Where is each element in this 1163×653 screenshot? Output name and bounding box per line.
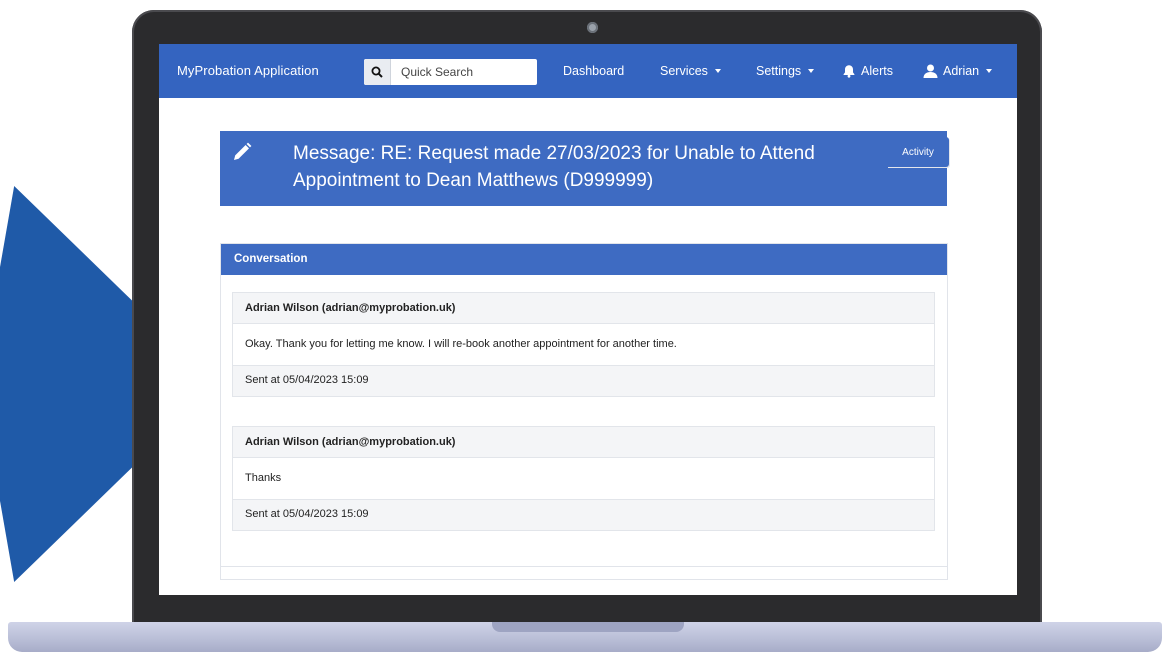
- search-button[interactable]: [364, 59, 391, 85]
- nav-settings[interactable]: Settings: [756, 64, 815, 78]
- message-timestamp: Sent at 05/04/2023 15:09: [233, 366, 934, 396]
- chevron-down-icon: [714, 69, 721, 73]
- nav-settings-label: Settings: [756, 64, 802, 78]
- user-icon: [923, 64, 938, 78]
- message-sender: Adrian Wilson (adrian@myprobation.uk): [233, 293, 934, 324]
- chevron-down-icon: [808, 69, 815, 73]
- app-brand[interactable]: MyProbation Application: [177, 63, 319, 78]
- message-card: Adrian Wilson (adrian@myprobation.uk) Ok…: [232, 292, 935, 397]
- top-navbar: MyProbation Application Dashboard Servic…: [159, 44, 1017, 98]
- message-body: Thanks: [233, 458, 934, 500]
- conversation-header: Conversation: [221, 244, 947, 275]
- nav-user-menu[interactable]: Adrian: [923, 64, 993, 78]
- message-sender: Adrian Wilson (adrian@myprobation.uk): [233, 427, 934, 458]
- laptop-notch: [492, 622, 684, 632]
- message-timestamp: Sent at 05/04/2023 15:09: [233, 500, 934, 530]
- nav-services[interactable]: Services: [660, 64, 721, 78]
- nav-services-label: Services: [660, 64, 708, 78]
- activity-tab[interactable]: Activity: [887, 137, 949, 167]
- bell-icon: [843, 65, 855, 78]
- nav-alerts-label: Alerts: [861, 64, 893, 78]
- search-input[interactable]: [391, 60, 531, 84]
- quick-search: [364, 59, 537, 85]
- search-icon: [371, 66, 383, 78]
- message-body: Okay. Thank you for letting me know. I w…: [233, 324, 934, 366]
- page-title: Message: RE: Request made 27/03/2023 for…: [293, 143, 815, 191]
- message-card: Adrian Wilson (adrian@myprobation.uk) Th…: [232, 426, 935, 531]
- panel-divider: [220, 566, 948, 567]
- nav-alerts[interactable]: Alerts: [842, 64, 893, 78]
- app-screen: MyProbation Application Dashboard Servic…: [159, 44, 1017, 595]
- message-title-banner: Message: RE: Request made 27/03/2023 for…: [220, 131, 947, 206]
- camera-icon: [587, 22, 598, 33]
- pencil-icon: [234, 142, 252, 160]
- chevron-down-icon: [986, 69, 993, 73]
- nav-dashboard-label: Dashboard: [563, 64, 625, 78]
- nav-dashboard[interactable]: Dashboard: [563, 64, 624, 78]
- nav-user-label: Adrian: [943, 64, 980, 78]
